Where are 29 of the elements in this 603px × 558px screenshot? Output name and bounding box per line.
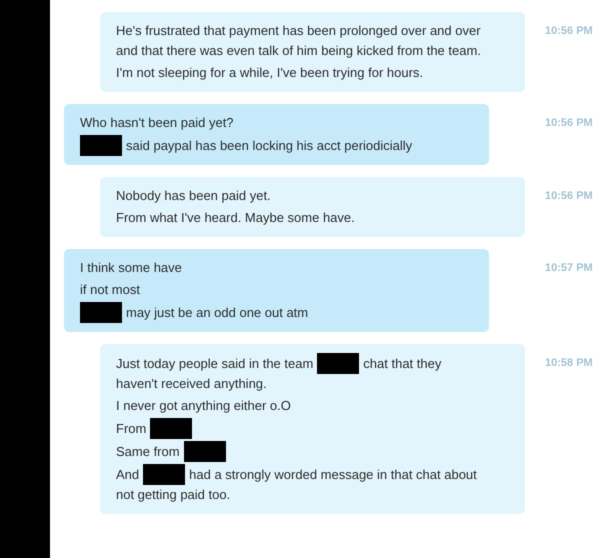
message-text: I think some have — [80, 260, 182, 275]
message-text: Nobody has been paid yet. — [116, 188, 271, 203]
message-text: Who hasn't been paid yet? — [80, 115, 234, 130]
message-text: I'm not sleeping for a while, I've been trying for hours. — [116, 65, 424, 80]
message-text: From what I've heard. Maybe some have. — [116, 210, 355, 225]
timestamp: 10:57 PM — [545, 261, 594, 274]
message-text: haven't received anything. — [116, 376, 267, 391]
redaction-block — [80, 302, 122, 323]
message-text: Just today people said in the team — [116, 354, 314, 373]
message-text: may just be an odd one out atm — [126, 304, 308, 322]
redaction-block — [184, 441, 226, 462]
message-text: I never got anything either o.O — [116, 398, 291, 413]
message-text: From — [116, 420, 146, 438]
message-text: not getting paid too. — [116, 487, 230, 502]
redaction-block — [317, 353, 360, 374]
message-text: chat that they — [363, 354, 442, 373]
message-text: And — [116, 466, 140, 484]
message-text: Same from — [116, 442, 180, 460]
timestamp: 10:56 PM — [545, 24, 594, 37]
message-text: had a strongly worded message in that chat about — [189, 466, 477, 484]
redaction-block — [80, 135, 122, 156]
timestamp: 10:58 PM — [545, 356, 594, 369]
message-text: He's frustrated that payment has been prolonged over and over and that there was even talk of him being kicked from the team. — [116, 23, 481, 58]
message-text: if not most — [80, 282, 140, 297]
timestamp: 10:56 PM — [545, 189, 594, 202]
redaction-block — [150, 418, 192, 439]
message-text: said paypal has been locking his acct periodicially — [126, 136, 412, 155]
timestamp: 10:56 PM — [545, 116, 594, 129]
redaction-block — [143, 464, 186, 485]
